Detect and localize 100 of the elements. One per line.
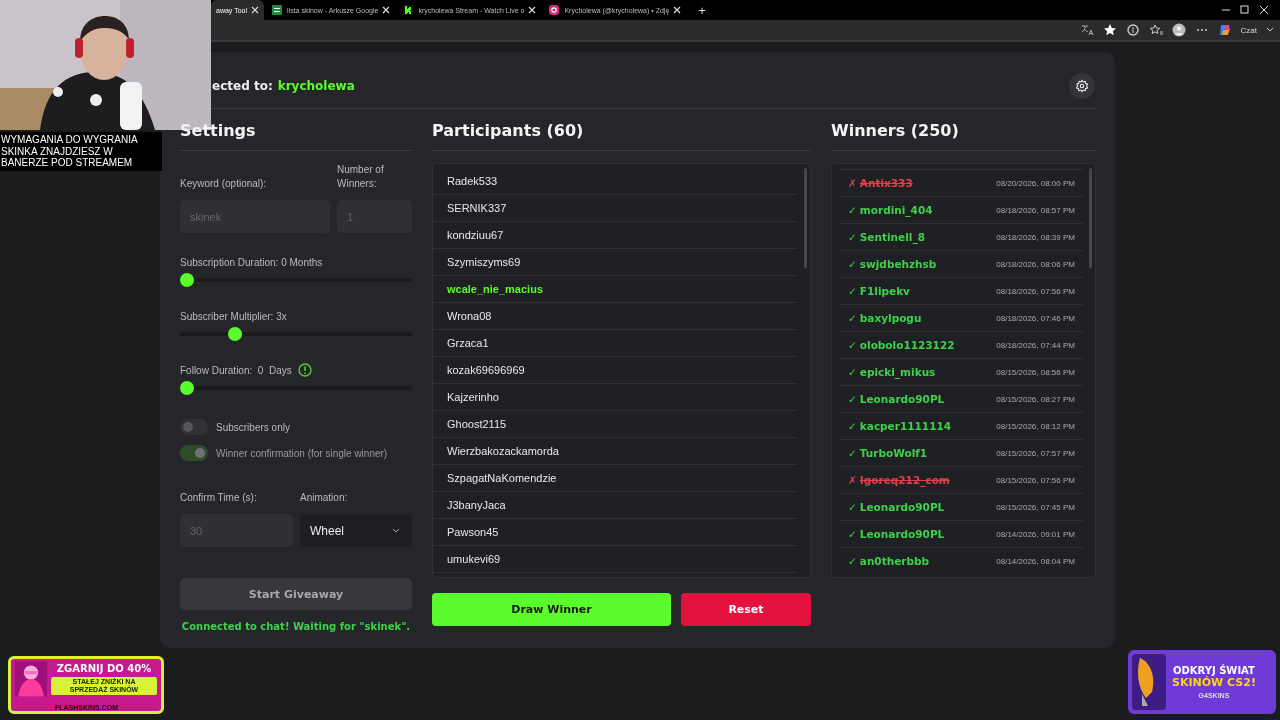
field-label: Confirm Time (s): [180, 491, 258, 505]
ad-headline: ODKRYJ ŚWIAT [1173, 665, 1255, 676]
participant-name: wcale_nie_macius [447, 283, 543, 295]
winner-name: Antix333 [859, 177, 913, 189]
participant-name: Szymiszyms69 [447, 256, 521, 268]
toggle-label: Winner confirmation (for single winner) [216, 447, 388, 459]
participant-name: Grzaca1 [447, 337, 489, 349]
field-label: Number of Winners: [337, 163, 385, 191]
status-mark: ✗ [848, 474, 857, 486]
participant-name: J3banyJaca [447, 499, 506, 511]
winner-name: mordini_404 [859, 204, 933, 216]
slider-label: Subscriber Multiplier: 3x [180, 310, 287, 322]
camera-icon [548, 4, 561, 16]
field-label: Keyword (optional): [180, 177, 268, 191]
winner-name: Leonardo90PL [859, 501, 945, 513]
status-mark: ✓ [848, 528, 857, 540]
winner-time: 08/15/2026, 08:12 PM [996, 421, 1075, 431]
scrollbar[interactable] [804, 168, 807, 268]
stream-caption: WYMAGANIA DO WYGRANIA SKINKA ZNAJDZIESZ W BANERZE POD STREAMEM [0, 132, 162, 171]
draw-winner-button[interactable]: Draw Winner [432, 593, 671, 626]
animation-dropdown[interactable]: Wheel [300, 514, 412, 547]
status-message: Connected to chat! Waiting for "skinek". [180, 621, 412, 632]
winner-name: TurboWolf1 [859, 447, 928, 459]
winner-time: 08/14/2026, 08:04 PM [996, 556, 1075, 566]
status-mark: ✓ [848, 420, 857, 432]
participant-name: Wierzbakozackamorda [447, 445, 559, 457]
ad-headline: SKINÓW CS2! [1172, 676, 1256, 689]
winner-time: 08/14/2026, 09:01 PM [996, 529, 1075, 539]
slider-thumb[interactable] [180, 381, 194, 395]
section-title: Participants (60) [432, 119, 811, 151]
spreadsheet-icon [271, 4, 283, 16]
close-icon[interactable] [251, 6, 259, 14]
status-mark: ✗ [848, 177, 857, 189]
reset-button[interactable]: Reset [681, 593, 811, 626]
field-label: Animation: [300, 491, 349, 505]
winner-name: epicki_mikus [859, 366, 936, 378]
winner-name: an0therbbb [859, 555, 930, 567]
participant-name: Radek533 [447, 175, 498, 187]
participant-name: Kajzerinho [447, 391, 499, 403]
new-tab-button[interactable]: + [692, 2, 712, 18]
scrollbar[interactable] [1089, 168, 1092, 268]
status-mark: ✓ [848, 555, 857, 567]
winner-name: Leonardo90PL [859, 393, 945, 405]
winner-time: 08/18/2026, 07:44 PM [996, 340, 1075, 350]
slider-thumb[interactable] [227, 327, 242, 341]
toggle-switch[interactable] [180, 419, 208, 435]
close-icon[interactable] [528, 6, 537, 14]
status-mark: ✓ [848, 231, 857, 243]
slider-label: Follow Duration: 0 Days [180, 364, 292, 376]
copilot-icon[interactable] [1217, 23, 1232, 37]
participant-name: Wrona08 [447, 310, 492, 322]
winner-name: baxylpogu [859, 312, 922, 324]
winner-time: 08/20/2026, 08:00 PM [996, 178, 1075, 188]
winner-name: swjdbehzhsb [859, 258, 937, 270]
close-icon[interactable] [673, 6, 682, 14]
settings-button[interactable] [1069, 73, 1095, 99]
chevron-down-icon[interactable] [1266, 27, 1274, 33]
status-mark: ✓ [848, 285, 857, 297]
translate-icon[interactable] [1079, 23, 1094, 37]
winner-time: 08/15/2026, 07:57 PM [996, 448, 1075, 458]
ad-headline: ZGARNIJ DO 40% [56, 663, 152, 674]
winner-time: 08/18/2026, 08:57 PM [996, 205, 1075, 215]
chat-button[interactable]: Czat [1240, 25, 1257, 35]
toggle-label: Subscribers only [216, 421, 290, 433]
winner-name: Igoreq212_com [859, 474, 950, 486]
winner-time: 08/18/2026, 07:46 PM [996, 313, 1075, 323]
input-field[interactable]: 30 [180, 514, 293, 547]
winner-name: olobolo1123122 [859, 339, 955, 351]
participant-name: SERNIK337 [447, 202, 507, 214]
participant-name: SzpagatNaKomendzie [447, 472, 557, 484]
participant-name: kozak69696969 [447, 364, 525, 376]
winner-time: 08/18/2026, 08:39 PM [996, 232, 1075, 242]
status-mark: ✓ [848, 366, 857, 378]
winner-time: 08/18/2026, 08:06 PM [996, 259, 1075, 269]
status-mark: ✓ [848, 501, 857, 513]
status-mark: ✓ [848, 204, 857, 216]
participant-name: kondziuu67 [447, 229, 504, 241]
winner-time: 08/15/2026, 07:56 PM [996, 475, 1075, 485]
slider-thumb[interactable] [180, 273, 194, 287]
favorites-icon[interactable] [1148, 23, 1163, 37]
participant-name: Pawson45 [447, 526, 499, 538]
profile-avatar-icon[interactable] [1171, 23, 1186, 37]
winner-name: Sentinell_8 [859, 231, 925, 243]
close-icon[interactable] [382, 6, 391, 14]
channel-name: krycholewa [277, 79, 355, 93]
status-mark: ✓ [848, 258, 857, 270]
status-mark: ✓ [848, 312, 857, 324]
chevron-down-icon [392, 527, 400, 534]
section-title: Winners (250) [831, 119, 1096, 151]
window-controls-icon[interactable] [1222, 5, 1268, 15]
k-logo-icon [402, 4, 415, 16]
star-icon[interactable] [1102, 23, 1117, 37]
info-icon[interactable] [297, 363, 312, 377]
winner-time: 08/15/2026, 07:45 PM [996, 502, 1075, 512]
connection-label: ected to: [212, 79, 273, 93]
slider-label: Subscription Duration: 0 Months [180, 256, 323, 268]
extension-icon[interactable] [1125, 23, 1140, 37]
settings-icon [1075, 79, 1089, 93]
winner-time: 08/15/2026, 08:27 PM [996, 394, 1075, 404]
participant-name: umukevi69 [447, 553, 501, 565]
